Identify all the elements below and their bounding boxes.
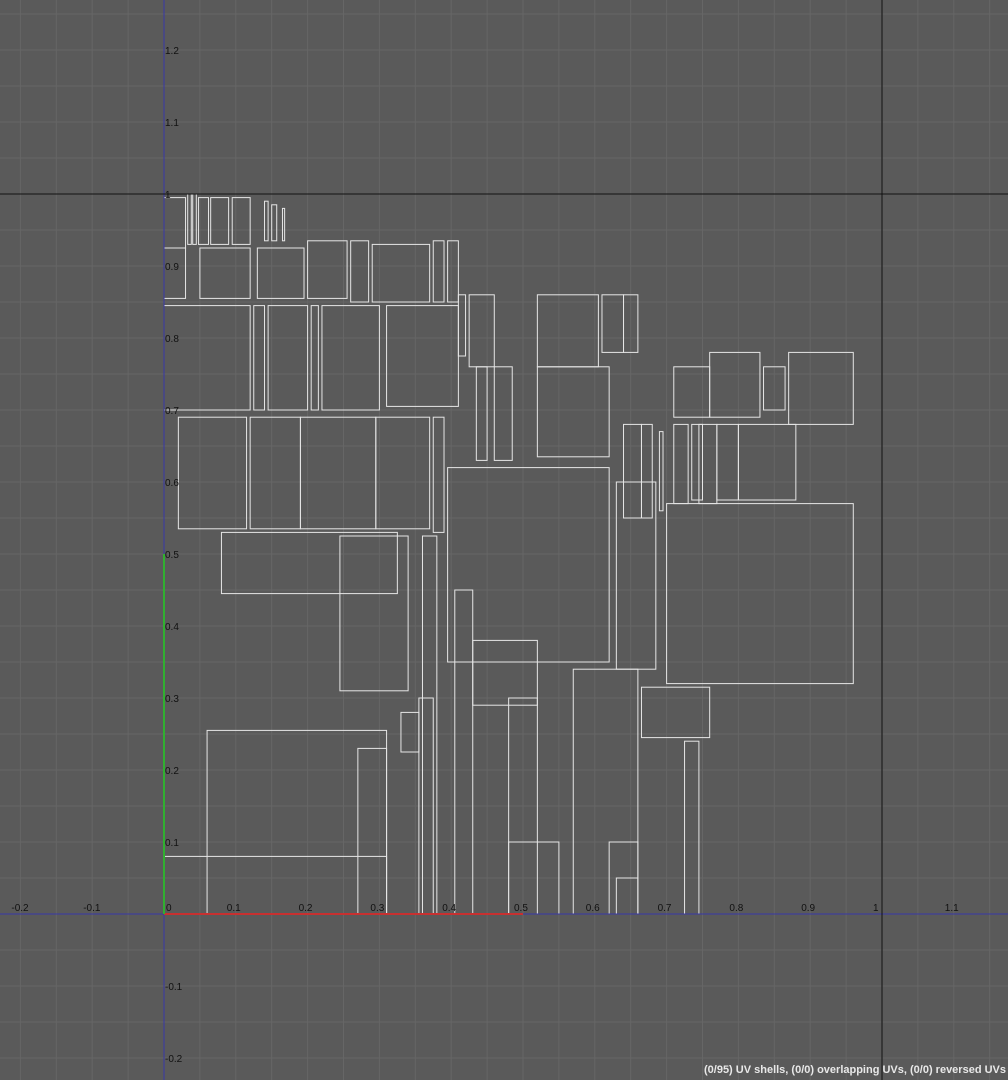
- uv-shell[interactable]: [357, 747, 388, 915]
- uv-shell[interactable]: [709, 351, 761, 418]
- uv-axes: [0, 0, 1008, 1080]
- uv-shell[interactable]: [271, 204, 278, 242]
- v-tick-label: 0.8: [165, 334, 179, 345]
- v-tick-label: 0.2: [165, 766, 179, 777]
- uv-shell[interactable]: [640, 686, 711, 739]
- v-tick-label: 1: [165, 190, 171, 201]
- u-tick-label: 0.6: [586, 903, 600, 914]
- v-tick-label: 1.1: [165, 118, 179, 129]
- uv-shell[interactable]: [163, 197, 187, 249]
- uv-shell[interactable]: [684, 740, 700, 915]
- u-tick-label: -0.1: [83, 903, 101, 914]
- uv-shell[interactable]: [199, 247, 251, 299]
- uv-shell[interactable]: [350, 240, 370, 303]
- u-tick-label: 0.9: [801, 903, 815, 914]
- uv-shell[interactable]: [220, 531, 398, 595]
- uv-shell[interactable]: [421, 535, 438, 915]
- uv-shell[interactable]: [658, 431, 664, 512]
- v-tick-label: 0.7: [165, 406, 179, 417]
- u-tick-label: 0.8: [729, 903, 743, 914]
- uv-status-bar: (0/95) UV shells, (0/0) overlapping UVs,…: [703, 1064, 1006, 1076]
- v-tick-label: -0.1: [165, 982, 183, 993]
- uv-shell[interactable]: [281, 207, 286, 242]
- u-tick-label: 0.1: [227, 903, 241, 914]
- uv-shell[interactable]: [698, 423, 718, 505]
- uv-shell[interactable]: [310, 305, 319, 411]
- v-tick-label: 0.1: [165, 838, 179, 849]
- u-tick-label: 1: [873, 903, 879, 914]
- uv-shell[interactable]: [454, 589, 474, 915]
- uv-shell[interactable]: [615, 877, 639, 915]
- uv-shell[interactable]: [447, 240, 459, 303]
- u-tick-label: -0.2: [11, 903, 29, 914]
- uv-shell[interactable]: [432, 416, 445, 533]
- uv-shell[interactable]: [788, 351, 854, 425]
- u-tick-label: 0.7: [658, 903, 672, 914]
- v-tick-label: 0.5: [165, 550, 179, 561]
- uv-shell[interactable]: [432, 240, 445, 303]
- uv-shell[interactable]: [572, 668, 639, 915]
- u-tick-label: 0.4: [442, 903, 456, 914]
- uv-shell[interactable]: [163, 247, 187, 299]
- uv-shell[interactable]: [691, 423, 703, 501]
- u-tick-label: 0: [166, 903, 172, 914]
- uv-shell[interactable]: [737, 423, 797, 501]
- uv-shell[interactable]: [264, 200, 269, 242]
- uv-shell[interactable]: [601, 294, 625, 353]
- uv-shell[interactable]: [177, 416, 248, 530]
- u-tick-label: 1.1: [945, 903, 959, 914]
- uv-shell[interactable]: [400, 711, 420, 753]
- uv-shell[interactable]: [375, 416, 431, 530]
- u-tick-label: 0.2: [299, 903, 313, 914]
- uv-editor-viewport[interactable]: -0.2 -0.1 0 0.1 0.2 0.3 0.4 0.5 0.6 0.7 0.8 0.9 1 1.1…: [0, 0, 1008, 1080]
- uv-shell[interactable]: [371, 243, 431, 303]
- uv-shell[interactable]: [457, 294, 467, 357]
- uv-shell[interactable]: [206, 729, 388, 915]
- v-tick-label: 1.2: [165, 46, 179, 57]
- uv-shell[interactable]: [468, 294, 495, 368]
- v-tick-label: 0.4: [165, 622, 179, 633]
- uv-shell[interactable]: [536, 366, 610, 458]
- u-tick-label: 0.5: [514, 903, 528, 914]
- uv-shell[interactable]: [192, 193, 197, 245]
- uv-shell[interactable]: [299, 416, 377, 530]
- uv-shell[interactable]: [536, 294, 599, 368]
- uv-shell[interactable]: [472, 639, 538, 706]
- uv-shell[interactable]: [163, 855, 388, 915]
- uv-shell[interactable]: [267, 305, 309, 411]
- uv-shell[interactable]: [187, 193, 192, 245]
- uv-shell[interactable]: [673, 423, 689, 505]
- uv-shell[interactable]: [447, 467, 610, 663]
- uv-shell[interactable]: [256, 247, 305, 299]
- uv-shell[interactable]: [386, 305, 459, 407]
- uv-shell[interactable]: [666, 503, 854, 685]
- uv-shell[interactable]: [615, 481, 657, 670]
- v-tick-label: -0.2: [165, 1054, 183, 1065]
- uv-grid: [0, 0, 1008, 1080]
- uv-tick-labels: -0.2 -0.1 0 0.1 0.2 0.3 0.4 0.5 0.6 0.7 0.8 0.9 1 1.1…: [11, 46, 959, 1065]
- uv-shell[interactable]: [623, 423, 642, 519]
- v-tick-label: 0.6: [165, 478, 179, 489]
- uv-shell[interactable]: [249, 416, 301, 530]
- v-tick-label: 0.9: [165, 262, 179, 273]
- uv-shell[interactable]: [253, 305, 266, 411]
- uv-shell[interactable]: [716, 423, 739, 501]
- uv-shell[interactable]: [231, 197, 251, 245]
- uv-shell[interactable]: [321, 305, 380, 411]
- uv-shell[interactable]: [339, 535, 409, 692]
- u-tick-label: 0.3: [370, 903, 384, 914]
- uv-shell[interactable]: [640, 423, 653, 519]
- uv-shell[interactable]: [307, 240, 348, 299]
- uv-shell[interactable]: [210, 197, 230, 245]
- v-tick-label: 0.3: [165, 694, 179, 705]
- uv-shell[interactable]: [163, 305, 251, 411]
